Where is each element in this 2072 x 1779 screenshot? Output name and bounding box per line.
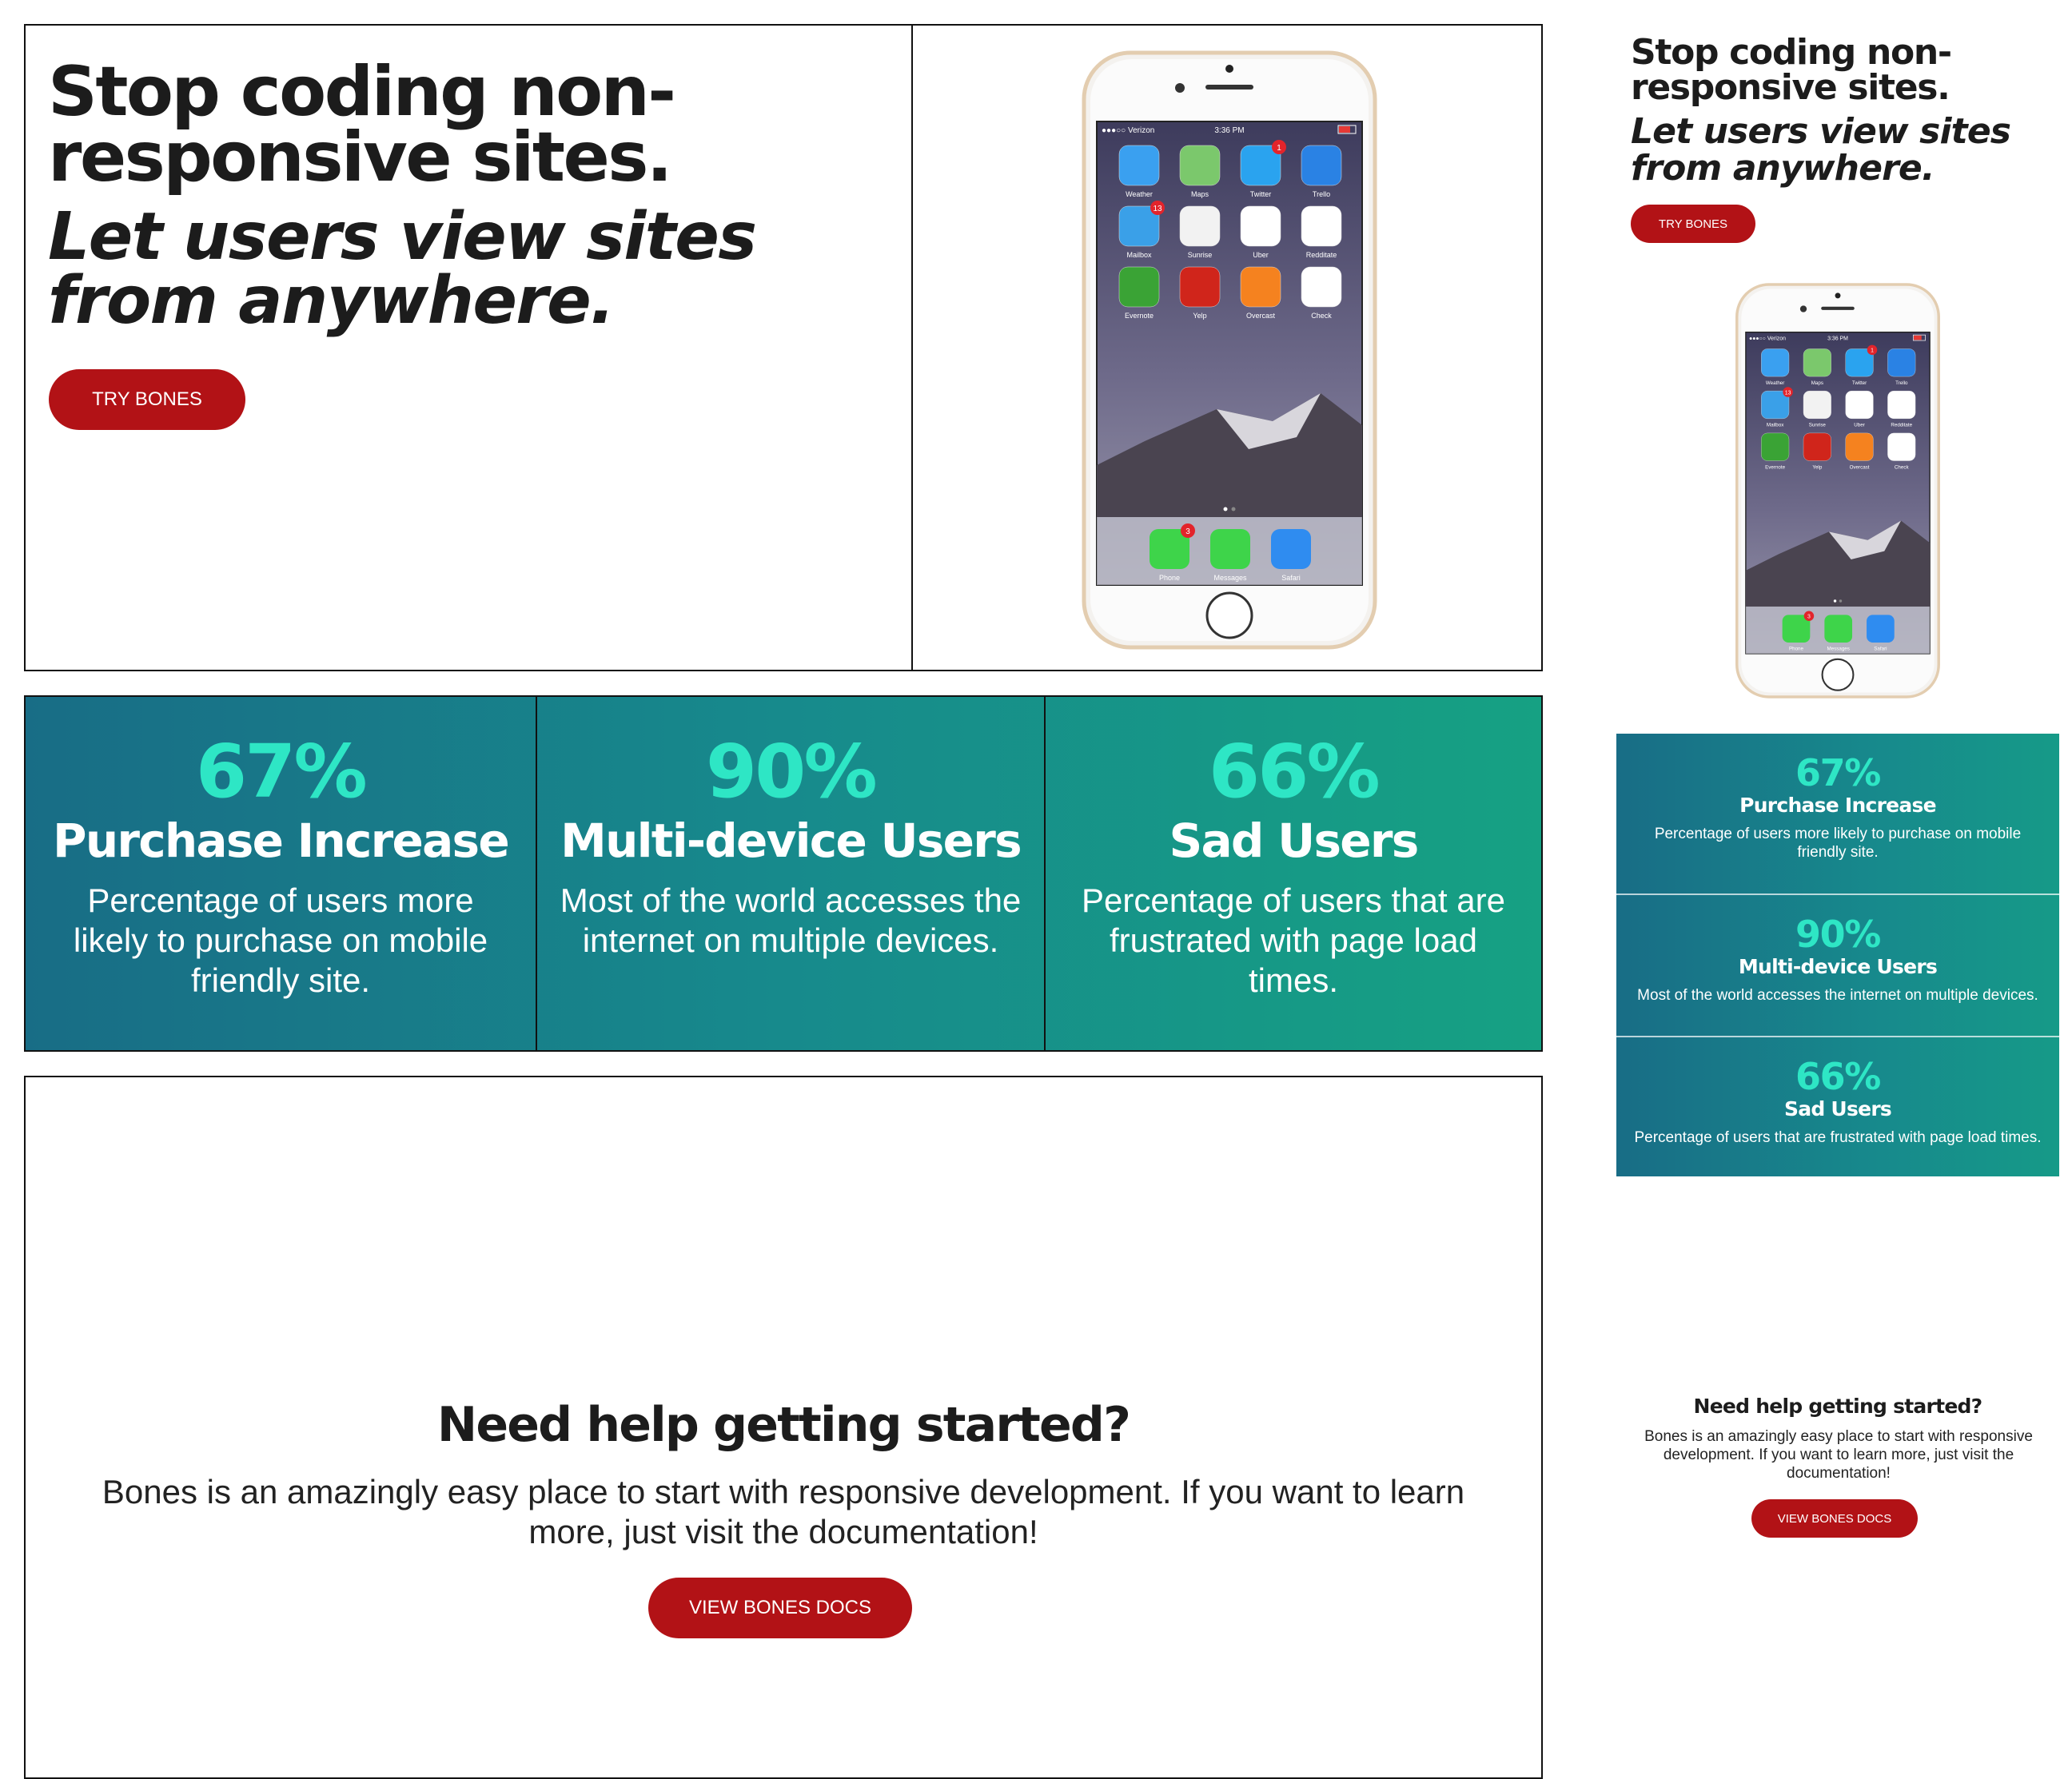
svg-text:Weather: Weather (1126, 190, 1153, 198)
stat-purchase-increase: 67% Purchase Increase Percentage of user… (26, 697, 536, 1050)
stat-title: Multi-device Users (1738, 955, 1938, 978)
stats-section: 67% Purchase Increase Percentage of user… (24, 695, 1543, 1052)
svg-text:Twitter: Twitter (1250, 190, 1272, 198)
stat-title: Purchase Increase (53, 814, 510, 868)
svg-text:Phone: Phone (1159, 574, 1180, 582)
messages-icon[interactable]: Messages (1824, 615, 1853, 652)
hero-section: Stop coding non-responsive sites. Let us… (24, 24, 1543, 671)
stat-description: Most of the world accesses the internet … (1637, 987, 2038, 1004)
redditate-icon[interactable]: Redditate (1301, 205, 1342, 259)
stat-description: Most of the world accesses the internet … (560, 882, 1022, 959)
try-bones-button[interactable]: TRY BONES (49, 369, 245, 430)
stat-number: 66% (1795, 1055, 1881, 1098)
stat-description: Percentage of users more likely to purch… (73, 882, 488, 999)
svg-text:Redditate: Redditate (1306, 251, 1337, 259)
svg-text:1: 1 (1871, 348, 1874, 354)
svg-text:1: 1 (1277, 144, 1281, 153)
help-title: Need help getting started? (436, 1397, 1131, 1453)
mobile-stat-sad-users: 66% Sad Users Percentage of users that a… (1616, 1036, 2059, 1176)
stat-number: 90% (706, 729, 878, 814)
stat-description: Percentage of users that are frustrated … (1634, 1129, 2042, 1146)
svg-text:Phone: Phone (1789, 647, 1804, 652)
messages-icon[interactable]: Messages (1210, 529, 1250, 582)
stat-description: Percentage of users more likely to purch… (1654, 826, 2022, 861)
stat-number: 90% (1795, 913, 1881, 956)
mobile-stat-multi-device-users: 90% Multi-device Users Most of the world… (1616, 893, 2059, 1036)
svg-text:Uber: Uber (1854, 423, 1865, 428)
svg-text:Weather: Weather (1766, 380, 1784, 386)
svg-text:Check: Check (1895, 464, 1910, 470)
svg-text:Check: Check (1311, 312, 1332, 320)
mobile-help-title: Need help getting started? (1693, 1395, 1983, 1418)
svg-text:Yelp: Yelp (1193, 312, 1206, 320)
hero-subtitle: Let users view sites from anywhere. (48, 199, 757, 339)
mobile-hero-title: Stop coding non-responsive sites. (1631, 32, 1952, 108)
svg-text:Redditate: Redditate (1891, 423, 1912, 428)
stat-description: Percentage of users that are frustrated … (1082, 882, 1505, 999)
svg-text:Uber: Uber (1253, 251, 1269, 259)
svg-text:Maps: Maps (1811, 380, 1823, 386)
stat-title: Sad Users (1783, 1097, 1892, 1120)
evernote-icon[interactable]: Evernote (1118, 266, 1160, 320)
svg-text:Twitter: Twitter (1852, 380, 1867, 386)
svg-text:Yelp: Yelp (1812, 464, 1822, 470)
mobile-view-bones-docs-button[interactable]: VIEW BONES DOCS (1751, 1499, 1918, 1538)
stat-number: 67% (196, 729, 368, 814)
stat-title: Purchase Increase (1739, 794, 1936, 817)
svg-text:Messages: Messages (1827, 647, 1849, 652)
svg-text:Trello: Trello (1313, 190, 1330, 198)
phone-illustration: ●●●○○ Verizon 3:36 PM Weather Maps Twitter 1 T… (1082, 50, 1377, 650)
svg-text:Evernote: Evernote (1765, 464, 1785, 470)
hero-title: Stop coding non-responsive sites. (48, 52, 676, 197)
stat-number: 67% (1795, 751, 1881, 794)
mobile-hero-subtitle: Let users view sites from anywhere. (1631, 111, 2011, 189)
svg-text:Maps: Maps (1191, 190, 1209, 198)
stat-multi-device-users: 90% Multi-device Users Most of the world… (536, 697, 1044, 1050)
svg-text:Mailbox: Mailbox (1126, 251, 1152, 259)
hero-text-panel: Stop coding non-responsive sites. Let us… (26, 26, 913, 670)
svg-text:13: 13 (1153, 205, 1162, 213)
stat-title: Multi-device Users (560, 814, 1022, 868)
stat-sad-users: 66% Sad Users Percentage of users that a… (1044, 697, 1541, 1050)
phone-illustration: ●●●○○ Verizon 3:36 PM Weather Maps Twitter 1 T… (1735, 283, 1940, 698)
svg-text:13: 13 (1785, 390, 1791, 396)
svg-text:Sunrise: Sunrise (1809, 423, 1827, 428)
status-carrier: ●●●○○ Verizon (1102, 126, 1154, 135)
redditate-icon[interactable]: Redditate (1887, 390, 1916, 428)
svg-text:3: 3 (1807, 615, 1811, 620)
svg-text:Sunrise: Sunrise (1188, 251, 1213, 259)
svg-text:Mailbox: Mailbox (1767, 423, 1784, 428)
mobile-help-text: Bones is an amazingly easy place to star… (1644, 1428, 2033, 1482)
mobile-try-bones-button[interactable]: TRY BONES (1631, 205, 1755, 243)
svg-text:Safari: Safari (1874, 647, 1887, 652)
help-section: Need help getting started? Bones is an a… (24, 1076, 1543, 1779)
status-time: 3:36 PM (1214, 126, 1244, 135)
phone-image: ●●●○○ Verizon 3:36 PM Weather Maps Twitter 1 T… (1081, 50, 1378, 651)
view-bones-docs-button[interactable]: VIEW BONES DOCS (648, 1578, 912, 1638)
svg-text:Evernote: Evernote (1125, 312, 1154, 320)
help-text: Bones is an amazingly easy place to star… (102, 1473, 1465, 1550)
svg-text:Trello: Trello (1895, 380, 1908, 386)
evernote-icon[interactable]: Evernote (1761, 432, 1790, 470)
mobile-stats-section: 67% Purchase Increase Percentage of user… (1616, 734, 2059, 1176)
svg-text:Overcast: Overcast (1246, 312, 1276, 320)
status-time: 3:36 PM (1827, 336, 1848, 341)
svg-text:Overcast: Overcast (1850, 464, 1870, 470)
stat-title: Sad Users (1169, 814, 1419, 868)
mobile-stat-purchase-increase: 67% Purchase Increase Percentage of user… (1616, 734, 2059, 893)
svg-text:3: 3 (1185, 527, 1190, 536)
svg-text:Safari: Safari (1281, 574, 1301, 582)
mobile-phone-image: ●●●○○ Verizon 3:36 PM Weather Maps Twitter 1 T… (1735, 278, 1941, 703)
overcast-icon[interactable]: Overcast (1845, 432, 1874, 470)
svg-text:Messages: Messages (1213, 574, 1247, 582)
status-carrier: ●●●○○ Verizon (1749, 336, 1786, 341)
stat-number: 66% (1209, 729, 1381, 814)
overcast-icon[interactable]: Overcast (1240, 266, 1281, 320)
